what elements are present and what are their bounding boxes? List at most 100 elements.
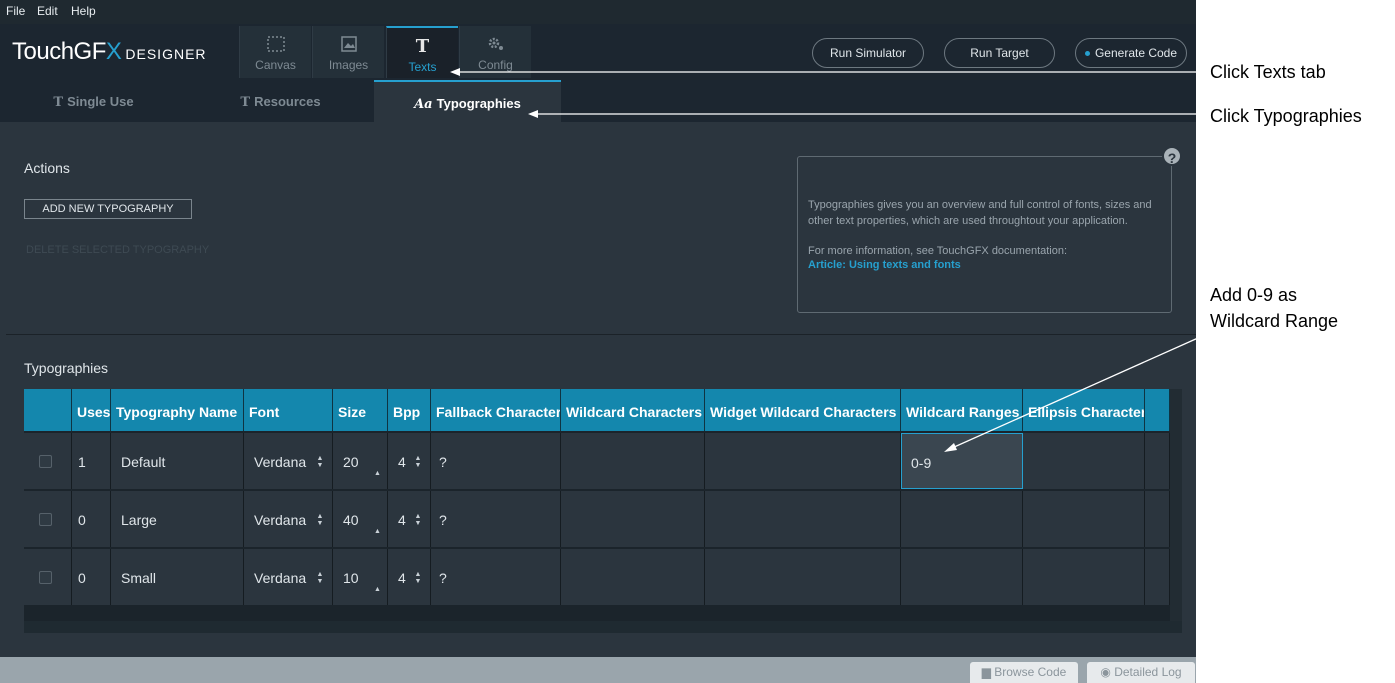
info-description: Typographies gives you an overview and f… bbox=[808, 199, 1152, 227]
select-cell bbox=[24, 433, 72, 489]
menu-file[interactable]: File bbox=[6, 4, 25, 18]
table-row[interactable]: 1 Default Verdana▲▼ 20▲▼ 4▲▼ ? 0-9 bbox=[24, 433, 1170, 489]
table-header: Uses Typography Name Font Size Bpp Fallb… bbox=[24, 389, 1170, 431]
row-checkbox[interactable] bbox=[39, 571, 52, 584]
documentation-link[interactable]: Article: Using texts and fonts bbox=[808, 259, 961, 271]
table-row[interactable]: 0 Large Verdana▲▼ 40▲▼ 4▲▼ ? bbox=[24, 491, 1170, 547]
tab-single-use[interactable]: T Single Use bbox=[0, 80, 187, 122]
dropdown-arrows-icon: ▲ ▼ bbox=[316, 571, 324, 585]
size-stepper[interactable]: 20▲▼ bbox=[333, 433, 388, 489]
status-footer: ▆ Browse Code ◉ Detailed Log bbox=[0, 657, 1196, 683]
tab-canvas[interactable]: Canvas bbox=[239, 26, 311, 78]
text-icon: T bbox=[415, 36, 430, 57]
column-header-typography-name[interactable]: Typography Name bbox=[111, 389, 244, 431]
text-icon: T bbox=[53, 95, 64, 110]
widget-wildcard-characters-cell[interactable] bbox=[705, 491, 901, 547]
tab-typographies[interactable]: Aa Typographies bbox=[374, 80, 561, 122]
uses-cell: 0 bbox=[72, 491, 111, 547]
column-header-extra bbox=[1145, 389, 1170, 431]
row-checkbox[interactable] bbox=[39, 455, 52, 468]
dropdown-arrows-icon: ▲ ▼ bbox=[316, 513, 324, 527]
typography-icon: Aa bbox=[414, 97, 433, 112]
column-header-wildcard-ranges[interactable]: Wildcard Ranges bbox=[901, 389, 1023, 431]
menu-edit[interactable]: Edit bbox=[37, 4, 58, 18]
horizontal-scrollbar[interactable] bbox=[24, 621, 1182, 633]
spin-down-icon[interactable]: ▼ bbox=[374, 529, 381, 547]
folder-icon: ▆ bbox=[981, 665, 995, 679]
size-stepper[interactable]: 10▲▼ bbox=[333, 549, 388, 605]
sub-tab-bar: T Single Use T Resources Aa Typographies bbox=[0, 80, 1196, 122]
tab-texts[interactable]: T Texts bbox=[386, 26, 458, 78]
column-header-wildcard-characters[interactable]: Wildcard Characters bbox=[561, 389, 705, 431]
typography-name-cell[interactable]: Small bbox=[111, 549, 244, 605]
ellipsis-character-cell[interactable] bbox=[1023, 433, 1145, 489]
browse-code-button[interactable]: ▆ Browse Code bbox=[970, 662, 1078, 683]
wildcard-ranges-cell[interactable] bbox=[901, 549, 1023, 605]
wildcard-ranges-cell[interactable]: 0-9 bbox=[901, 433, 1023, 489]
font-select[interactable]: Verdana ▲ ▼ bbox=[244, 491, 333, 547]
dropdown-arrows-icon: ▲ ▼ bbox=[414, 571, 422, 585]
bpp-select[interactable]: 4 ▲ ▼ bbox=[388, 549, 431, 605]
log-icon: ◉ bbox=[1100, 665, 1115, 679]
touchgfx-logo: TouchGFX DESIGNER bbox=[12, 38, 207, 65]
fallback-character-cell[interactable]: ? bbox=[431, 491, 561, 547]
wildcard-ranges-cell[interactable] bbox=[901, 491, 1023, 547]
font-select[interactable]: Verdana ▲ ▼ bbox=[244, 433, 333, 489]
status-dot-icon bbox=[1084, 51, 1090, 57]
typography-name-cell[interactable]: Large bbox=[111, 491, 244, 547]
wildcard-characters-cell[interactable] bbox=[561, 549, 705, 605]
column-header-ellipsis-character[interactable]: Ellipsis Character bbox=[1023, 389, 1145, 431]
detailed-log-button[interactable]: ◉ Detailed Log bbox=[1087, 662, 1195, 683]
spin-down-icon[interactable]: ▼ bbox=[374, 587, 381, 605]
dropdown-arrows-icon: ▲ ▼ bbox=[316, 455, 324, 469]
tab-images[interactable]: Images bbox=[312, 26, 384, 78]
actions-heading: Actions bbox=[24, 160, 70, 176]
column-header-uses[interactable]: Uses bbox=[72, 389, 111, 431]
add-new-typography-button[interactable]: ADD NEW TYPOGRAPHY bbox=[24, 199, 192, 219]
tab-texts-label: Texts bbox=[408, 60, 437, 74]
typography-name-cell[interactable]: Default bbox=[111, 433, 244, 489]
column-header-size[interactable]: Size bbox=[333, 389, 388, 431]
size-stepper[interactable]: 40▲▼ bbox=[333, 491, 388, 547]
extra-cell bbox=[1145, 433, 1170, 489]
tab-config-label: Config bbox=[478, 58, 513, 72]
menu-help[interactable]: Help bbox=[71, 4, 96, 18]
fallback-character-cell[interactable]: ? bbox=[431, 549, 561, 605]
menu-bar: File Edit Help bbox=[0, 0, 1196, 24]
widget-wildcard-characters-cell[interactable] bbox=[705, 433, 901, 489]
vertical-scrollbar[interactable] bbox=[1170, 389, 1182, 621]
wildcard-characters-cell[interactable] bbox=[561, 433, 705, 489]
extra-cell bbox=[1145, 491, 1170, 547]
tab-resources[interactable]: T Resources bbox=[187, 80, 374, 122]
fallback-character-cell[interactable]: ? bbox=[431, 433, 561, 489]
spin-down-icon[interactable]: ▼ bbox=[374, 471, 381, 489]
font-select[interactable]: Verdana ▲ ▼ bbox=[244, 549, 333, 605]
extra-cell bbox=[1145, 549, 1170, 605]
run-target-button[interactable]: Run Target bbox=[944, 38, 1055, 68]
table-row[interactable]: 0 Small Verdana▲▼ 10▲▼ 4▲▼ ? bbox=[24, 549, 1170, 605]
ellipsis-character-cell[interactable] bbox=[1023, 549, 1145, 605]
touchgfx-window: File Edit Help TouchGFX DESIGNER Canvas I… bbox=[0, 0, 1196, 683]
select-cell bbox=[24, 549, 72, 605]
annotation-wildcard-line1: Add 0-9 as bbox=[1210, 285, 1298, 305]
widget-wildcard-characters-cell[interactable] bbox=[705, 549, 901, 605]
column-header-fallback-character[interactable]: Fallback Character bbox=[431, 389, 561, 431]
wildcard-characters-cell[interactable] bbox=[561, 491, 705, 547]
annotation-typographies: Click Typographies bbox=[1210, 106, 1362, 126]
column-header-widget-wildcard-characters[interactable]: Widget Wildcard Characters bbox=[705, 389, 901, 431]
uses-cell: 0 bbox=[72, 549, 111, 605]
dropdown-arrows-icon: ▲ ▼ bbox=[414, 455, 422, 469]
help-icon[interactable]: ? bbox=[1162, 146, 1182, 166]
row-checkbox[interactable] bbox=[39, 513, 52, 526]
section-divider bbox=[6, 334, 1196, 335]
ellipsis-character-cell[interactable] bbox=[1023, 491, 1145, 547]
delete-selected-typography-button: DELETE SELECTED TYPOGRAPHY bbox=[26, 244, 210, 256]
generate-code-button[interactable]: Generate Code bbox=[1075, 38, 1187, 68]
column-header-bpp[interactable]: Bpp bbox=[388, 389, 431, 431]
column-header-font[interactable]: Font bbox=[244, 389, 333, 431]
select-cell bbox=[24, 491, 72, 547]
tab-config[interactable]: Config bbox=[459, 26, 531, 78]
bpp-select[interactable]: 4 ▲ ▼ bbox=[388, 433, 431, 489]
run-simulator-button[interactable]: Run Simulator bbox=[812, 38, 924, 68]
bpp-select[interactable]: 4 ▲ ▼ bbox=[388, 491, 431, 547]
